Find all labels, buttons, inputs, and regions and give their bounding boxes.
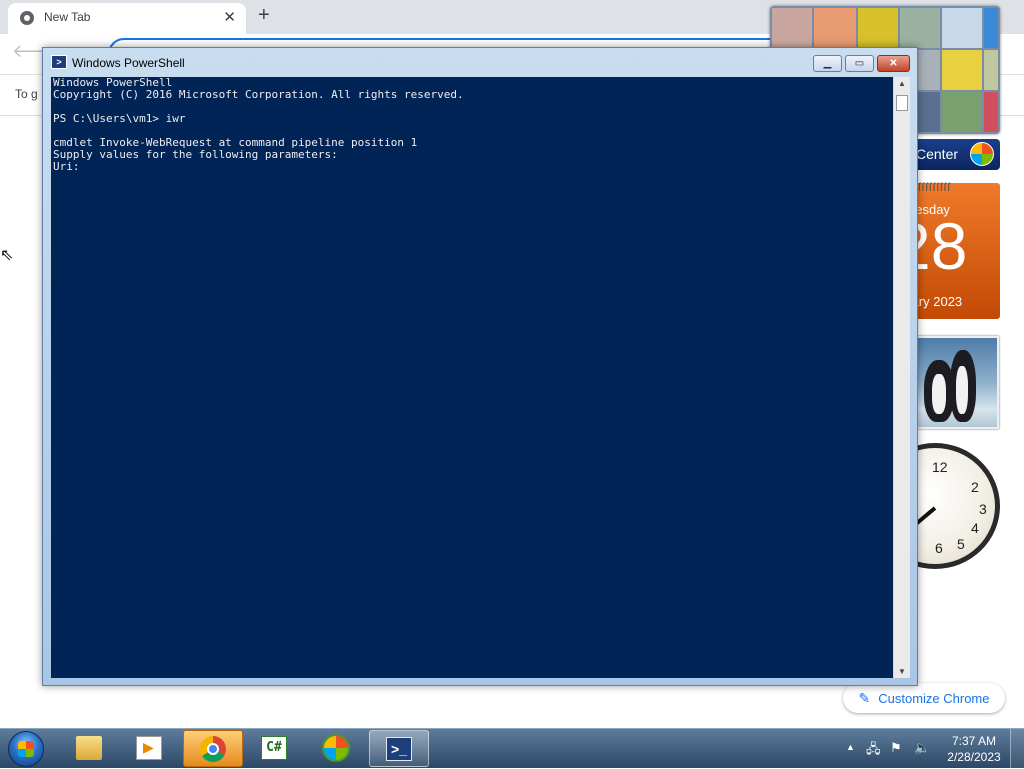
taskbar-csharp-button[interactable]: C# (245, 730, 305, 767)
tab-close-icon[interactable]: ✕ (223, 8, 236, 26)
bookmark-hint-text: To g (15, 87, 38, 101)
clock-number: 5 (957, 536, 965, 552)
gadget-tile (984, 50, 998, 90)
network-icon[interactable]: 🖧 (866, 740, 881, 762)
clock-date: 2/28/2023 (947, 750, 1001, 764)
mouse-cursor-icon: ⇖ (0, 247, 14, 264)
console-line: PS C:\Users\vm1> iwr (53, 112, 186, 125)
scrollbar-thumb[interactable] (896, 95, 908, 111)
start-button[interactable] (8, 731, 44, 767)
system-clock[interactable]: 7:37 AM 2/28/2023 (944, 733, 1004, 765)
media-player-icon (136, 736, 162, 760)
powershell-icon: > (51, 55, 67, 69)
media-center-label: Center (916, 146, 959, 162)
clock-time: 7:37 AM (951, 734, 997, 748)
clock-number: 2 (971, 479, 979, 495)
browser-tab-new-tab[interactable]: New Tab ✕ (8, 3, 246, 34)
clock-number: 4 (971, 520, 979, 536)
windows-update-icon (322, 734, 350, 762)
console-line: Copyright (C) 2016 Microsoft Corporation… (53, 88, 464, 101)
gadget-tile (858, 8, 898, 48)
new-tab-button[interactable]: + (258, 4, 270, 27)
console-prompt-line[interactable]: Uri: (53, 161, 80, 173)
window-title: Windows PowerShell (72, 56, 185, 70)
gadget-tile (900, 8, 940, 48)
powershell-window[interactable]: > Windows PowerShell ▁ ▭ ✕ Windows Power… (42, 47, 918, 686)
penguin-belly (956, 366, 968, 414)
maximize-button[interactable]: ▭ (845, 55, 874, 72)
clock-number: 3 (979, 501, 987, 517)
console-line: Supply values for the following paramete… (53, 148, 338, 161)
taskbar-chrome-button[interactable] (183, 730, 243, 767)
scroll-down-arrow-icon[interactable]: ▼ (898, 667, 906, 676)
chrome-icon (200, 736, 226, 762)
vertical-scrollbar[interactable]: ▲ ▼ (893, 77, 910, 678)
powershell-titlebar[interactable]: > Windows PowerShell ▁ ▭ ✕ (43, 48, 917, 77)
pencil-icon: ✎ (858, 689, 871, 706)
powershell-taskbar-icon: >_ (386, 737, 412, 761)
scroll-up-arrow-icon[interactable]: ▲ (898, 79, 906, 88)
gadget-tile (942, 50, 982, 90)
close-button[interactable]: ✕ (877, 55, 910, 72)
folder-icon (76, 736, 102, 760)
taskbar-media-player-button[interactable] (120, 730, 180, 767)
customize-chrome-button[interactable]: ✎ Customize Chrome (843, 683, 1005, 713)
console-output[interactable]: Windows PowerShell Copyright (C) 2016 Mi… (51, 77, 893, 678)
gadget-tile (772, 8, 812, 48)
gadget-tile (984, 8, 998, 48)
show-desktop-button[interactable] (1010, 729, 1024, 769)
penguin-belly (932, 374, 946, 414)
show-hidden-icons-icon[interactable]: ▲ (846, 742, 855, 752)
minimize-button[interactable]: ▁ (813, 55, 842, 72)
clock-number: 12 (932, 459, 948, 475)
windows-logo-icon (970, 142, 994, 166)
gadget-tile (814, 8, 856, 48)
gadget-tile (942, 92, 982, 132)
gadget-tile (984, 92, 998, 132)
csharp-icon: C# (261, 736, 287, 760)
taskbar-windows-update-button[interactable] (306, 730, 366, 767)
taskbar-explorer-button[interactable] (60, 730, 120, 767)
volume-icon[interactable]: 🔈 (914, 740, 930, 756)
customize-chrome-label: Customize Chrome (878, 690, 990, 706)
clock-number: 6 (935, 540, 943, 556)
calendar-rings: ſſſſſſſſſ (918, 180, 951, 194)
gadget-tile (942, 8, 982, 48)
taskbar-powershell-button[interactable]: >_ (369, 730, 429, 767)
chrome-favicon-icon (20, 11, 34, 25)
action-center-flag-icon[interactable]: ⚑ (890, 740, 902, 756)
taskbar: C# >_ ▲ 🖧 ⚑ 🔈 7:37 AM 2/28/2023 (0, 728, 1024, 769)
tab-title: New Tab (44, 10, 91, 24)
